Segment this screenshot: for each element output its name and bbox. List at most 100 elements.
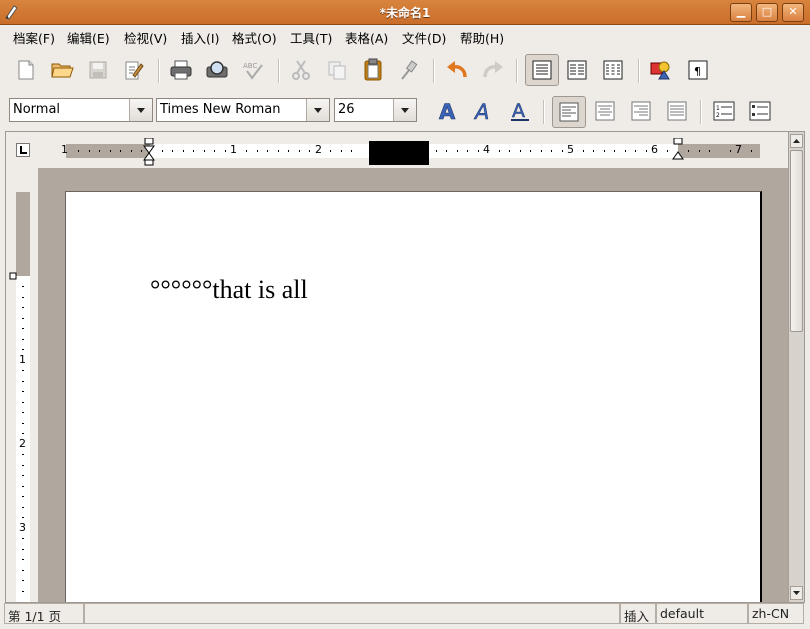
open-button[interactable] xyxy=(47,55,77,85)
document-text[interactable]: °°°°°°that is all xyxy=(150,275,308,305)
print-preview-icon xyxy=(206,61,228,78)
three-columns-button[interactable] xyxy=(598,55,628,85)
bullet-list-icon xyxy=(749,101,771,121)
two-columns-button[interactable] xyxy=(562,55,592,85)
bold-button[interactable]: A xyxy=(433,96,463,126)
separator xyxy=(700,100,702,124)
ruler-scale: 1 1 2 4 5 6 7 xyxy=(61,141,760,165)
menu-view[interactable]: 检视(V) xyxy=(124,28,167,47)
minimize-button[interactable]: ▁ xyxy=(730,3,752,22)
align-right-icon xyxy=(631,101,651,121)
menu-format[interactable]: 格式(O) xyxy=(232,28,277,47)
menu-bar: 档案(F) 编辑(E) 检视(V) 插入(I) 格式(O) 工具(T) 表格(A… xyxy=(0,24,810,48)
numbered-list-icon: 12 xyxy=(713,101,735,121)
ruler-number: 1 xyxy=(61,143,68,156)
edit-document-button[interactable] xyxy=(118,55,148,85)
minimize-icon: ▁ xyxy=(736,5,746,18)
spellcheck-icon: ABC xyxy=(243,62,263,80)
formatting-marks-button[interactable]: ¶ xyxy=(683,55,713,85)
ruler-number: 3 xyxy=(19,521,26,534)
font-size-combo[interactable]: 26 xyxy=(334,98,417,122)
spellcheck-button[interactable]: ABC xyxy=(238,55,268,85)
redo-button[interactable] xyxy=(478,55,508,85)
locale-indicator: zh-CN xyxy=(748,603,804,624)
numbered-list-button[interactable]: 12 xyxy=(709,96,739,126)
three-columns-icon xyxy=(603,60,623,80)
print-preview-button[interactable] xyxy=(202,55,232,85)
ruler-number: 2 xyxy=(315,143,322,156)
cut-button[interactable] xyxy=(286,55,316,85)
font-combo[interactable]: Times New Roman xyxy=(156,98,330,122)
chevron-down-icon[interactable] xyxy=(393,99,416,121)
svg-text:A: A xyxy=(439,100,456,122)
copy-icon xyxy=(328,61,346,80)
standard-toolbar: ABC ¶ xyxy=(0,48,810,92)
save-button[interactable] xyxy=(83,55,113,85)
left-indent-marker[interactable] xyxy=(143,138,155,166)
justify-button[interactable] xyxy=(662,96,692,126)
print-icon xyxy=(170,60,192,80)
bullet-list-button[interactable] xyxy=(745,96,775,126)
justify-icon xyxy=(667,101,687,121)
menu-edit[interactable]: 编辑(E) xyxy=(67,28,110,47)
align-right-button[interactable] xyxy=(626,96,656,126)
open-folder-icon xyxy=(51,63,74,78)
top-margin-marker[interactable] xyxy=(9,272,17,280)
menu-document[interactable]: 文件(D) xyxy=(402,28,446,47)
title-bar: *未命名1 ▁ □ ✕ xyxy=(0,0,810,25)
language-style: default xyxy=(656,603,748,624)
ruler-number: 1 xyxy=(230,143,237,156)
paste-button[interactable] xyxy=(358,55,388,85)
align-left-icon xyxy=(559,102,579,122)
ruler-number: 7 xyxy=(735,143,742,156)
chevron-down-icon[interactable] xyxy=(306,99,329,121)
scroll-thumb[interactable] xyxy=(790,150,803,332)
menu-tools[interactable]: 工具(T) xyxy=(290,28,332,47)
print-button[interactable] xyxy=(166,55,196,85)
menu-file[interactable]: 档案(F) xyxy=(13,28,55,47)
align-left-button[interactable] xyxy=(552,96,586,128)
separator xyxy=(278,59,280,83)
svg-text:A: A xyxy=(473,100,489,122)
copy-button[interactable] xyxy=(322,55,352,85)
insert-image-icon xyxy=(650,61,670,80)
chevron-down-icon[interactable] xyxy=(129,99,152,121)
pilcrow-icon: ¶ xyxy=(688,60,708,80)
underline-button[interactable]: A xyxy=(505,96,535,126)
vertical-ruler[interactable]: 1 2 3 xyxy=(6,168,38,602)
close-button[interactable]: ✕ xyxy=(782,3,804,22)
horizontal-ruler[interactable]: 1 1 2 4 5 6 7 xyxy=(6,132,788,168)
scroll-up-button[interactable] xyxy=(790,134,803,148)
tab-type-button[interactable] xyxy=(16,143,30,157)
format-painter-button[interactable] xyxy=(394,55,424,85)
align-center-icon xyxy=(595,101,615,121)
menu-help[interactable]: 帮助(H) xyxy=(460,28,504,47)
one-column-button[interactable] xyxy=(525,54,559,86)
cut-icon xyxy=(292,60,310,80)
menu-table[interactable]: 表格(A) xyxy=(345,28,388,47)
new-document-icon xyxy=(18,60,34,80)
right-indent-marker[interactable] xyxy=(672,138,684,160)
two-columns-icon xyxy=(567,60,587,80)
menu-insert[interactable]: 插入(I) xyxy=(181,28,219,47)
vertical-scrollbar[interactable] xyxy=(788,132,804,602)
document-page[interactable]: °°°°°°that is all xyxy=(65,191,762,602)
scroll-down-button[interactable] xyxy=(790,586,803,600)
maximize-button[interactable]: □ xyxy=(756,3,778,22)
paste-icon xyxy=(364,58,382,81)
close-icon: ✕ xyxy=(788,5,798,18)
align-center-button[interactable] xyxy=(590,96,620,126)
style-combo[interactable]: Normal xyxy=(9,98,153,122)
insert-mode[interactable]: 插入 xyxy=(620,603,656,624)
italic-button[interactable]: A xyxy=(469,96,499,126)
ruler-number: 2 xyxy=(19,437,26,450)
insert-image-button[interactable] xyxy=(646,55,676,85)
separator xyxy=(543,100,545,124)
separator xyxy=(158,59,160,83)
page-indicator: 第 1/1 页 xyxy=(4,603,84,624)
svg-text:2: 2 xyxy=(716,112,720,119)
font-value: Times New Roman xyxy=(160,102,281,117)
new-button[interactable] xyxy=(11,55,41,85)
undo-button[interactable] xyxy=(442,55,472,85)
save-icon xyxy=(89,61,107,79)
